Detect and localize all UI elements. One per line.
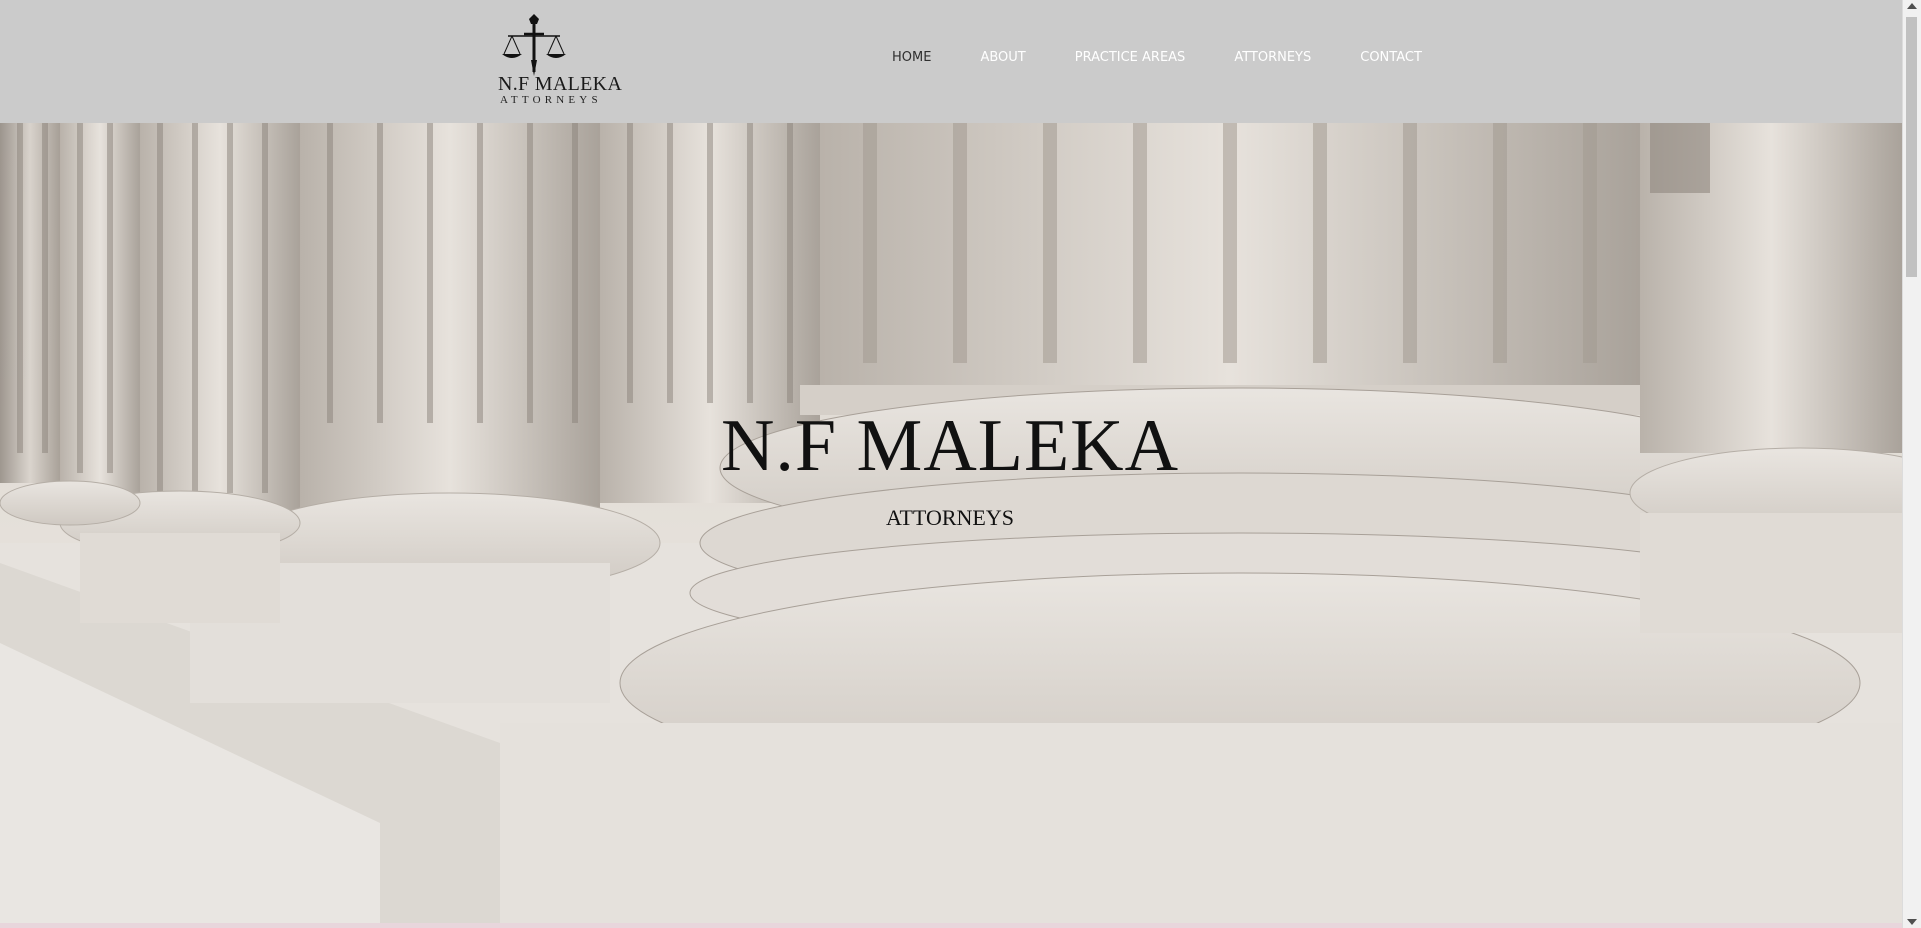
nav-attorneys[interactable]: ATTORNEYS <box>1234 50 1311 65</box>
site-logo[interactable]: N.F MALEKA ATTORNEYS <box>498 14 623 108</box>
vertical-scrollbar[interactable] <box>1902 0 1921 928</box>
nav-practice-areas[interactable]: PRACTICE AREAS <box>1075 50 1186 65</box>
site-header: N.F MALEKA ATTORNEYS HOME ABOUT PRACTICE… <box>0 0 1903 123</box>
scroll-up-icon[interactable] <box>1907 3 1917 9</box>
hero-title: N.F MALEKA <box>720 405 1180 487</box>
scales-of-justice-icon <box>502 14 566 76</box>
nav-home[interactable]: HOME <box>892 50 931 65</box>
scroll-down-icon[interactable] <box>1907 919 1917 925</box>
logo-name: N.F MALEKA <box>498 73 623 95</box>
nav-about[interactable]: ABOUT <box>980 50 1025 65</box>
nav-contact[interactable]: CONTACT <box>1360 50 1422 65</box>
hero-subtitle: ATTORNEYS <box>886 505 1014 530</box>
scroll-thumb[interactable] <box>1906 17 1917 277</box>
logo-subtitle: ATTORNEYS <box>500 94 602 106</box>
main-nav: HOME ABOUT PRACTICE AREAS ATTORNEYS CONT… <box>892 50 1422 65</box>
hero-section: N.F MALEKA ATTORNEYS <box>0 123 1903 923</box>
bottom-strip <box>0 923 1903 928</box>
